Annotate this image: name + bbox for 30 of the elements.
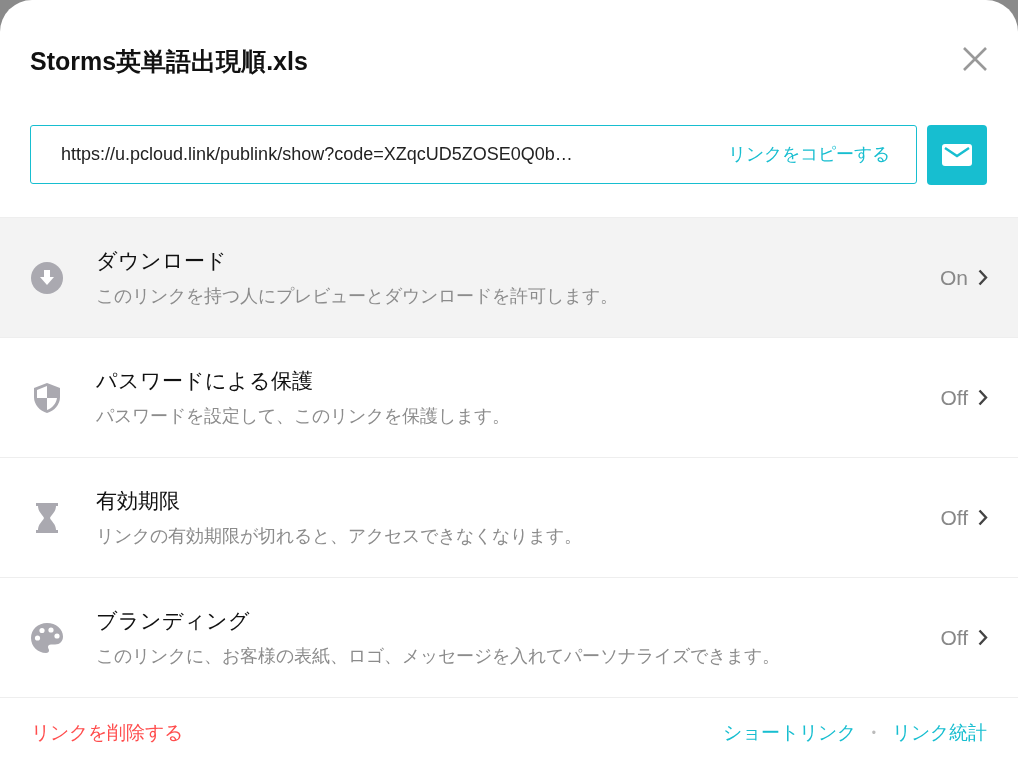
chevron-icon (978, 389, 988, 406)
setting-description: このリンクを持つ人にプレビューとダウンロードを許可します。 (96, 284, 619, 308)
setting-title: ダウンロード (96, 248, 228, 275)
setting-status: Off (940, 624, 968, 651)
setting-status: Off (940, 384, 968, 411)
email-button[interactable] (927, 125, 987, 185)
setting-description: パスワードを設定して、このリンクを保護します。 (96, 404, 511, 428)
setting-description: このリンクに、お客様の表紙、ロゴ、メッセージを入れてパーソナライズできます。 (96, 644, 781, 668)
hourglass-icon (36, 502, 58, 533)
shield-icon (34, 382, 60, 413)
setting-row[interactable]: ダウンロード このリンクを持つ人にプレビューとダウンロードを許可します。 On (0, 217, 1018, 337)
setting-description: リンクの有効期限が切れると、アクセスできなくなります。 (96, 524, 583, 548)
dialog-title: Storms英単語出現順.xls (30, 46, 308, 76)
link-field[interactable]: https://u.pcloud.link/publink/show?code=XZqcUD5ZOSE0Q0b… リンクをコピーする (30, 125, 917, 184)
setting-row[interactable]: パスワードによる保護 パスワードを設定して、このリンクを保護します。 Off (0, 337, 1018, 457)
chevron-icon (978, 629, 988, 646)
chevron-icon (978, 509, 988, 526)
download-icon (31, 261, 63, 294)
envelope-icon (942, 144, 972, 166)
setting-status: On (940, 264, 968, 291)
setting-row[interactable]: ブランディング このリンクに、お客様の表紙、ロゴ、メッセージを入れてパーソナライズできます。 Off (0, 577, 1018, 697)
palette-icon (31, 622, 63, 653)
setting-row[interactable]: 有効期限 リンクの有効期限が切れると、アクセスできなくなります。 Off (0, 457, 1018, 577)
separator-dot: • (871, 725, 876, 742)
chevron-icon (978, 269, 988, 286)
setting-title: ブランディング (96, 608, 251, 635)
setting-status: Off (940, 504, 968, 531)
setting-title: パスワードによる保護 (96, 368, 314, 395)
setting-title: 有効期限 (96, 488, 181, 515)
close-button[interactable] (962, 46, 988, 72)
